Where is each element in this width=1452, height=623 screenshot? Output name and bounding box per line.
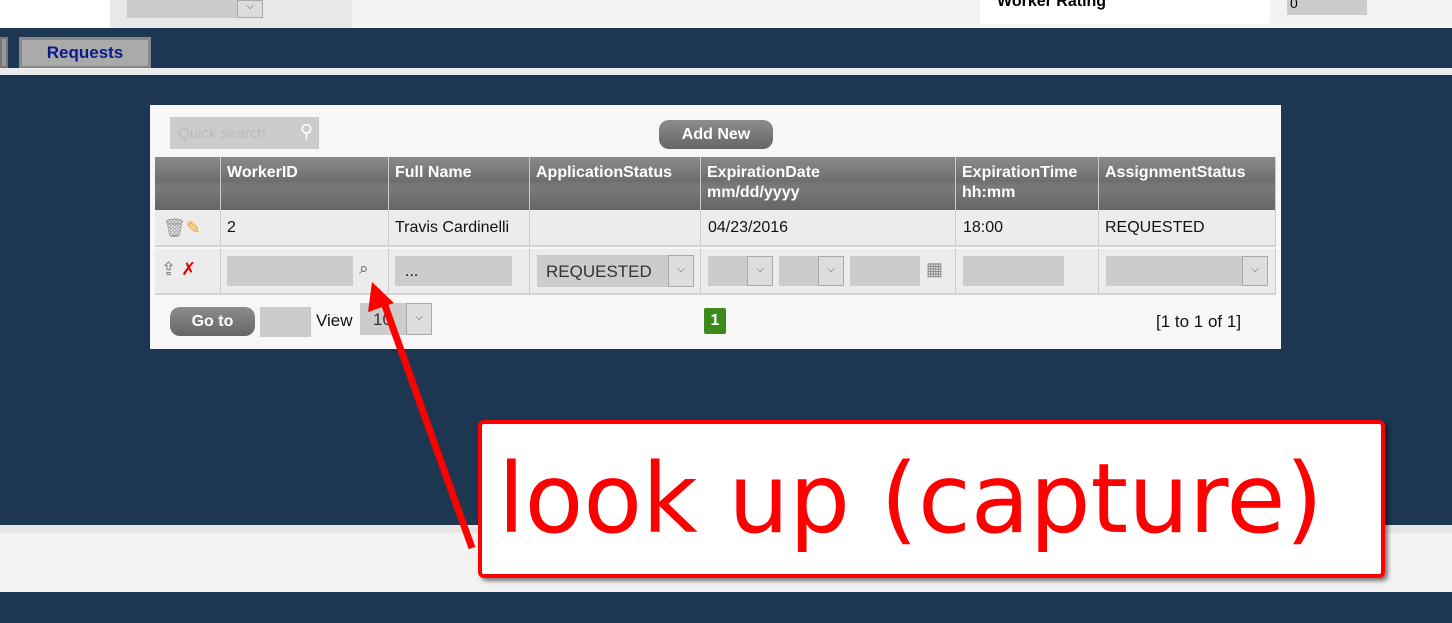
annotation-callout: look up (capture) bbox=[478, 420, 1385, 578]
arrow-head bbox=[368, 282, 394, 312]
arrow-shaft bbox=[379, 298, 476, 550]
